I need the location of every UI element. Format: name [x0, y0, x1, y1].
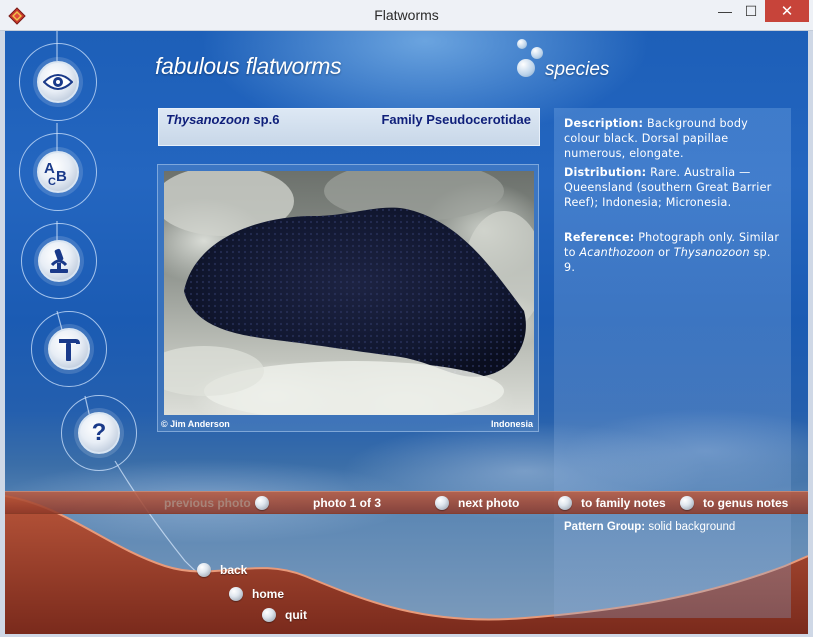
- nav-glossary-button[interactable]: A B C: [19, 133, 97, 211]
- reference-genus-1: Acanthozoon: [579, 246, 655, 259]
- bubble-decoration: [517, 39, 527, 49]
- description-panel: Description: Background body colour blac…: [554, 108, 791, 618]
- reference-or: or: [658, 246, 670, 259]
- nav-tools-button[interactable]: [31, 311, 107, 387]
- help-icon: ?: [91, 419, 107, 446]
- description-text: Description: Background body colour blac…: [564, 116, 784, 161]
- previous-photo-orb[interactable]: [255, 496, 269, 510]
- window-title: Flatworms: [374, 7, 439, 23]
- photo-credit: © Jim Anderson: [161, 419, 230, 429]
- genus-notes-orb[interactable]: [680, 496, 694, 510]
- reference-genus-2: Thysanozoon: [673, 246, 750, 259]
- next-photo-orb[interactable]: [435, 496, 449, 510]
- bubble-decoration: [531, 47, 543, 59]
- home-orb[interactable]: [229, 587, 243, 601]
- pattern-group: Pattern Group: solid background: [564, 521, 735, 533]
- nav-help-button[interactable]: ?: [61, 395, 137, 471]
- abc-icon: A B C: [44, 160, 67, 187]
- distribution-label: Distribution:: [564, 166, 647, 179]
- species-genus: Thysanozoon: [166, 112, 250, 127]
- microscope-icon: [50, 248, 68, 273]
- close-button[interactable]: ✕: [765, 0, 809, 22]
- svg-text:C: C: [48, 176, 56, 187]
- description-label: Description:: [564, 117, 644, 130]
- maximize-button[interactable]: ☐: [734, 0, 768, 22]
- previous-photo-button[interactable]: previous photo: [164, 496, 251, 510]
- family-notes-orb[interactable]: [558, 496, 572, 510]
- app-canvas: A B C ? fabulous flatworms species Thysa…: [5, 31, 808, 634]
- quit-link[interactable]: quit: [285, 608, 307, 622]
- nav-overview-button[interactable]: [19, 43, 97, 121]
- photo-frame: © Jim Anderson Indonesia: [157, 164, 539, 432]
- svg-text:A: A: [44, 160, 55, 177]
- genus-notes-button[interactable]: to genus notes: [703, 496, 788, 510]
- home-link[interactable]: home: [252, 587, 284, 601]
- flatworm-photo: [164, 171, 534, 415]
- species-epithet: sp.6: [253, 112, 280, 127]
- photo-location: Indonesia: [490, 419, 533, 429]
- family-notes-button[interactable]: to family notes: [581, 496, 666, 510]
- pattern-group-value: solid background: [648, 521, 736, 533]
- back-link[interactable]: back: [220, 563, 247, 577]
- quit-orb[interactable]: [262, 608, 276, 622]
- back-orb[interactable]: [197, 563, 211, 577]
- brand-title: fabulous flatworms: [155, 53, 342, 79]
- bubble-decoration: [517, 59, 535, 77]
- species-name: Thysanozoon sp.6: [166, 112, 279, 127]
- reference-text: Reference: Photograph only. Similar to A…: [564, 230, 784, 275]
- distribution-text: Distribution: Rare. Australia — Queensla…: [564, 165, 784, 210]
- species-header: Thysanozoon sp.6 Family Pseudocerotidae: [158, 108, 540, 146]
- family-name: Family Pseudocerotidae: [381, 112, 531, 127]
- nav-identify-button[interactable]: [21, 223, 97, 299]
- photo-counter: photo 1 of 3: [313, 496, 381, 510]
- svg-text:B: B: [56, 168, 67, 185]
- reference-label: Reference:: [564, 231, 635, 244]
- section-title: species: [545, 59, 610, 80]
- window-titlebar: Flatworms — ☐ ✕: [0, 0, 813, 31]
- pattern-group-label: Pattern Group:: [564, 521, 646, 533]
- hammer-icon: [59, 339, 80, 361]
- photo-nav-bar: previous photo photo 1 of 3 next photo t…: [5, 491, 808, 514]
- eye-icon: [43, 74, 73, 90]
- next-photo-button[interactable]: next photo: [458, 496, 519, 510]
- flatworm-photo-illustration: [164, 171, 534, 415]
